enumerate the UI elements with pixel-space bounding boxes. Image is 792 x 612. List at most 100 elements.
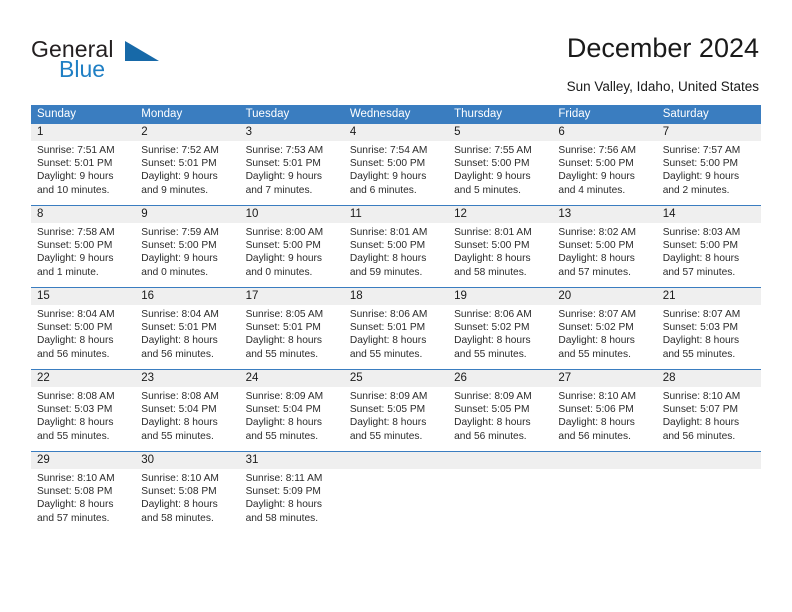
day-cell[interactable]: Sunrise: 8:04 AM Sunset: 5:00 PM Daylight:… [31,305,135,360]
day-cell[interactable]: Sunrise: 8:00 AM Sunset: 5:00 PM Daylight:… [240,223,344,278]
day-cell[interactable]: Sunrise: 7:54 AM Sunset: 5:00 PM Daylight:… [344,141,448,196]
day-number[interactable]: 25 [344,370,448,387]
day-number[interactable]: 22 [31,370,135,387]
day-cell[interactable]: Sunrise: 8:10 AM Sunset: 5:07 PM Daylight:… [657,387,761,442]
sunrise-text: Sunrise: 8:10 AM [662,391,741,402]
day-cell[interactable]: Sunrise: 7:51 AM Sunset: 5:01 PM Daylight:… [31,141,135,196]
day-number[interactable]: 3 [240,124,344,141]
daylight-text: Daylight: 8 hours [141,499,218,511]
day-number[interactable]: 7 [657,124,761,141]
day-number[interactable]: 28 [657,370,761,387]
day-number[interactable]: 21 [657,288,761,305]
day-number[interactable]: 16 [135,288,239,305]
day-number[interactable]: 12 [448,206,552,223]
daylight-text: Daylight: 8 hours [37,335,114,347]
general-blue-logo[interactable]: General Blue [31,36,201,84]
day-number[interactable]: 31 [240,452,344,469]
daylight-text: and 6 minutes. [349,184,417,196]
daylight-text: and 55 minutes. [245,348,319,360]
day-number[interactable]: 18 [344,288,448,305]
day-cell[interactable]: Sunrise: 7:58 AM Sunset: 5:00 PM Daylight:… [31,223,135,278]
day-cell[interactable]: Sunrise: 7:57 AM Sunset: 5:00 PM Daylight:… [657,141,761,196]
sunset-text: Sunset: 5:00 PM [454,158,530,170]
day-number[interactable]: 11 [344,206,448,223]
day-number[interactable]: 23 [135,370,239,387]
daylight-text: and 55 minutes. [37,430,110,442]
daylight-text: and 56 minutes. [141,348,214,360]
day-number[interactable]: 2 [135,124,239,141]
sunrise-text: Sunrise: 8:04 AM [37,309,115,320]
day-cell[interactable]: Sunrise: 8:10 AM Sunset: 5:06 PM Daylight:… [552,387,656,442]
sunset-text: Sunset: 5:08 PM [37,486,113,498]
sunrise-text: Sunrise: 8:04 AM [141,309,219,320]
day-cell[interactable]: Sunrise: 7:53 AM Sunset: 5:01 PM Daylight:… [240,141,344,196]
week-day-detail-row: Sunrise: 7:51 AM Sunset: 5:01 PM Daylight:… [31,141,761,196]
sunset-text: Sunset: 5:05 PM [454,404,530,416]
day-cell[interactable]: Sunrise: 8:08 AM Sunset: 5:03 PM Daylight:… [31,387,135,442]
page-subtitle: Sun Valley, Idaho, United States [566,79,759,94]
day-number[interactable]: 26 [448,370,552,387]
daylight-text: and 59 minutes. [349,266,423,278]
daylight-text: Daylight: 8 hours [558,335,635,347]
daylight-text: Daylight: 8 hours [245,417,323,429]
day-number[interactable]: 24 [240,370,344,387]
page-title: December 2024 [566,33,759,63]
day-cell[interactable]: Sunrise: 7:52 AM Sunset: 5:01 PM Daylight:… [135,141,239,196]
day-number[interactable]: 27 [552,370,656,387]
sunrise-text: Sunrise: 8:08 AM [37,391,115,402]
day-number[interactable]: 30 [135,452,239,469]
day-number[interactable]: 14 [657,206,761,223]
sunrise-text: Sunrise: 7:57 AM [662,145,741,156]
day-cell[interactable]: Sunrise: 8:02 AM Sunset: 5:00 PM Daylight:… [552,223,656,278]
day-number[interactable]: 8 [31,206,135,223]
day-cell[interactable]: Sunrise: 8:10 AM Sunset: 5:08 PM Daylight:… [135,469,239,524]
day-number[interactable]: 15 [31,288,135,305]
day-cell[interactable]: Sunrise: 8:07 AM Sunset: 5:02 PM Daylight:… [552,305,656,360]
day-number[interactable]: 20 [552,288,656,305]
sunrise-text: Sunrise: 8:00 AM [245,227,324,238]
day-cell[interactable]: Sunrise: 8:10 AM Sunset: 5:08 PM Daylight:… [31,469,135,524]
day-number[interactable]: 5 [448,124,552,141]
day-number[interactable]: 1 [31,124,135,141]
sunset-text: Sunset: 5:06 PM [558,404,634,416]
day-number[interactable]: 17 [240,288,344,305]
day-cell[interactable]: Sunrise: 7:55 AM Sunset: 5:00 PM Daylight:… [448,141,552,196]
sunrise-text: Sunrise: 8:09 AM [349,391,428,402]
day-cell[interactable]: Sunrise: 8:01 AM Sunset: 5:00 PM Daylight:… [448,223,552,278]
day-cell[interactable]: Sunrise: 8:01 AM Sunset: 5:00 PM Daylight:… [344,223,448,278]
day-cell[interactable]: Sunrise: 8:11 AM Sunset: 5:09 PM Daylight:… [240,469,344,524]
day-cell[interactable]: Sunrise: 8:06 AM Sunset: 5:02 PM Daylight:… [448,305,552,360]
day-number[interactable]: 19 [448,288,552,305]
day-cell[interactable]: Sunrise: 7:59 AM Sunset: 5:00 PM Daylight:… [135,223,239,278]
day-cell[interactable]: Sunrise: 8:03 AM Sunset: 5:00 PM Daylight:… [657,223,761,278]
day-cell[interactable]: Sunrise: 8:04 AM Sunset: 5:01 PM Daylight:… [135,305,239,360]
day-number[interactable]: 9 [135,206,239,223]
day-number[interactable]: 4 [344,124,448,141]
sunset-text: Sunset: 5:01 PM [141,158,217,170]
sunrise-text: Sunrise: 8:10 AM [37,473,115,484]
day-number[interactable]: 6 [552,124,656,141]
calendar-page: General Blue December 2024 Sun Valley, I… [0,0,792,612]
day-number[interactable]: 13 [552,206,656,223]
day-cell[interactable]: Sunrise: 8:09 AM Sunset: 5:05 PM Daylight:… [344,387,448,442]
daylight-text: and 56 minutes. [662,430,736,442]
day-number[interactable]: 29 [31,452,135,469]
sunset-text: Sunset: 5:01 PM [245,322,321,334]
day-cell[interactable]: Sunrise: 8:07 AM Sunset: 5:03 PM Daylight:… [657,305,761,360]
sunset-text: Sunset: 5:01 PM [37,158,113,170]
day-cell[interactable]: Sunrise: 8:05 AM Sunset: 5:01 PM Daylight:… [240,305,344,360]
sunset-text: Sunset: 5:04 PM [141,404,217,416]
day-cell[interactable]: Sunrise: 8:09 AM Sunset: 5:05 PM Daylight:… [448,387,552,442]
daylight-text: and 0 minutes. [141,266,209,278]
daylight-text: Daylight: 9 hours [245,171,323,183]
sunrise-text: Sunrise: 7:54 AM [349,145,428,156]
day-cell[interactable]: Sunrise: 8:08 AM Sunset: 5:04 PM Daylight:… [135,387,239,442]
daylight-text: and 55 minutes. [349,348,423,360]
sunrise-text: Sunrise: 8:06 AM [349,309,428,320]
day-cell[interactable]: Sunrise: 8:09 AM Sunset: 5:04 PM Daylight:… [240,387,344,442]
day-number[interactable]: 10 [240,206,344,223]
week-day-detail-row: Sunrise: 7:58 AM Sunset: 5:00 PM Daylight:… [31,223,761,278]
day-cell[interactable]: Sunrise: 8:06 AM Sunset: 5:01 PM Daylight:… [344,305,448,360]
day-cell[interactable]: Sunrise: 7:56 AM Sunset: 5:00 PM Daylight:… [552,141,656,196]
sunset-text: Sunset: 5:00 PM [662,240,739,252]
